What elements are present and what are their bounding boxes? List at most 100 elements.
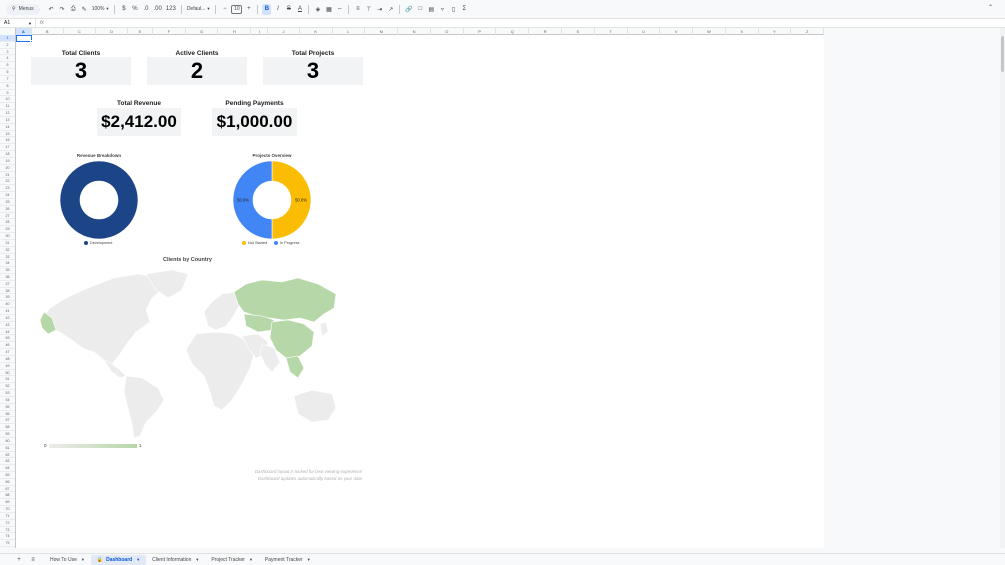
row-header-cell[interactable]: 2 <box>0 42 15 49</box>
decrease-font-size-button[interactable]: − <box>220 4 229 15</box>
print-icon[interactable]: ⎙ <box>69 4 78 15</box>
tab-project-tracker[interactable]: Project Tracker ▼ <box>205 555 259 565</box>
row-header-cell[interactable]: 10 <box>0 96 15 104</box>
zoom-select[interactable]: 100%▼ <box>90 6 112 12</box>
tab-client-information[interactable]: Client Information ▼ <box>146 555 205 565</box>
row-header-cell[interactable]: 58 <box>0 424 15 432</box>
row-header-cell[interactable]: 25 <box>0 199 15 206</box>
undo-icon[interactable]: ↶ <box>47 4 56 15</box>
percent-format-button[interactable]: % <box>130 4 139 15</box>
column-header-cell[interactable]: V <box>660 28 694 35</box>
column-header-cell[interactable]: N <box>398 28 431 35</box>
text-rotation-icon[interactable]: ↗ <box>386 4 395 15</box>
row-header-cell[interactable]: 1 <box>0 35 15 42</box>
collapse-toolbar-icon[interactable]: ⌃ <box>988 4 993 11</box>
name-box[interactable]: A1 ▼ <box>0 19 36 27</box>
row-header-cell[interactable]: 46 <box>0 342 15 350</box>
functions-icon[interactable]: Σ <box>460 4 469 15</box>
row-header-cell[interactable]: 26 <box>0 206 15 213</box>
row-header-cell[interactable]: 17 <box>0 144 15 152</box>
vertical-align-icon[interactable]: ⊤ <box>364 4 373 15</box>
column-header-cell[interactable]: G <box>186 28 219 35</box>
row-header-cell[interactable]: 68 <box>0 492 15 500</box>
column-header-cell[interactable]: K <box>300 28 333 35</box>
row-header-cell[interactable]: 62 <box>0 452 15 459</box>
row-header-cell[interactable]: 74 <box>0 533 15 541</box>
row-header-cell[interactable]: 45 <box>0 335 15 343</box>
row-header-cell[interactable]: 37 <box>0 281 15 288</box>
row-header-cell[interactable]: 3 <box>0 49 15 56</box>
horizontal-align-icon[interactable]: ≡ <box>353 4 362 15</box>
row-header-cell[interactable]: 71 <box>0 513 15 520</box>
row-header-cell[interactable]: 19 <box>0 158 15 165</box>
borders-icon[interactable]: ▦ <box>324 4 333 15</box>
column-header-cell[interactable]: A <box>15 28 32 35</box>
more-formats-button[interactable]: 123 <box>165 4 177 15</box>
insert-chart-icon[interactable]: ▤ <box>427 4 436 15</box>
insert-comment-icon[interactable]: □ <box>416 4 425 15</box>
decrease-decimals-button[interactable]: .0 <box>141 4 150 15</box>
column-header-cell[interactable]: B <box>32 28 64 35</box>
menus-search[interactable]: ⚲ Menus <box>6 3 40 15</box>
column-header-cell[interactable]: H <box>218 28 252 35</box>
paint-format-icon[interactable]: ✎ <box>80 4 89 15</box>
row-header-cell[interactable]: 64 <box>0 465 15 472</box>
strikethrough-button[interactable]: S <box>284 4 293 15</box>
row-header-cell[interactable]: 23 <box>0 185 15 193</box>
row-header-cell[interactable]: 43 <box>0 322 15 329</box>
row-header-cell[interactable]: 31 <box>0 240 15 247</box>
column-header-cell[interactable]: X <box>726 28 759 35</box>
row-header-cell[interactable]: 27 <box>0 213 15 220</box>
tab-payment-tracker[interactable]: Payment Tracker ▼ <box>259 555 317 565</box>
row-header-cell[interactable]: 12 <box>0 110 15 117</box>
row-header-cell[interactable]: 59 <box>0 431 15 438</box>
row-header-cell[interactable]: 57 <box>0 417 15 425</box>
row-header-cell[interactable]: 41 <box>0 308 15 315</box>
column-header-cell[interactable]: C <box>64 28 97 35</box>
column-header-cell[interactable]: O <box>431 28 464 35</box>
vertical-scrollbar[interactable] <box>1000 28 1005 548</box>
row-header-cell[interactable]: 53 <box>0 390 15 397</box>
row-header-cell[interactable]: 65 <box>0 472 15 479</box>
row-header-cell[interactable]: 35 <box>0 267 15 274</box>
row-header-cell[interactable]: 33 <box>0 254 15 261</box>
all-sheets-icon[interactable]: ≡ <box>26 557 40 563</box>
text-color-button[interactable]: A <box>295 4 304 15</box>
row-header-cell[interactable]: 54 <box>0 397 15 404</box>
row-header-cell[interactable]: 21 <box>0 172 15 179</box>
insert-link-icon[interactable]: 🔗 <box>404 4 413 15</box>
row-header-cell[interactable]: 20 <box>0 165 15 172</box>
row-header-cell[interactable]: 47 <box>0 349 15 356</box>
row-header-cell[interactable]: 16 <box>0 137 15 145</box>
row-header-cell[interactable]: 70 <box>0 506 15 513</box>
column-header-cell[interactable]: Q <box>496 28 530 35</box>
row-header-cell[interactable]: 28 <box>0 219 15 227</box>
redo-icon[interactable]: ↷ <box>58 4 67 15</box>
currency-format-button[interactable]: $ <box>119 4 128 15</box>
fill-handle[interactable] <box>30 40 33 43</box>
merge-cells-icon[interactable]: ⇔ <box>335 4 344 15</box>
row-header-cell[interactable]: 69 <box>0 499 15 507</box>
row-header-cell[interactable]: 30 <box>0 233 15 240</box>
column-header-cell[interactable]: R <box>529 28 562 35</box>
column-header-cell[interactable]: U <box>628 28 661 35</box>
row-header-cell[interactable]: 18 <box>0 151 15 158</box>
row-header-cell[interactable]: 67 <box>0 486 15 493</box>
row-header-cell[interactable]: 39 <box>0 294 15 302</box>
row-header-cell[interactable]: 5 <box>0 62 15 70</box>
column-header-cell[interactable]: P <box>464 28 497 35</box>
row-header-cell[interactable]: 63 <box>0 458 15 466</box>
column-header-cell[interactable]: Y <box>759 28 792 35</box>
row-header-cell[interactable]: 60 <box>0 438 15 445</box>
row-header-cell[interactable]: 50 <box>0 370 15 377</box>
filter-views-icon[interactable]: ▯ <box>449 4 458 15</box>
row-header-cell[interactable]: 75 <box>0 540 15 548</box>
row-header-cell[interactable]: 48 <box>0 356 15 363</box>
row-header-cell[interactable]: 44 <box>0 329 15 336</box>
font-size-input[interactable]: 10 <box>231 4 243 14</box>
row-header-cell[interactable]: 22 <box>0 178 15 186</box>
row-header-cell[interactable]: 34 <box>0 260 15 268</box>
column-header-cell[interactable]: Z <box>791 28 825 35</box>
row-header-cell[interactable]: 15 <box>0 131 15 138</box>
column-header-cell[interactable]: M <box>365 28 399 35</box>
